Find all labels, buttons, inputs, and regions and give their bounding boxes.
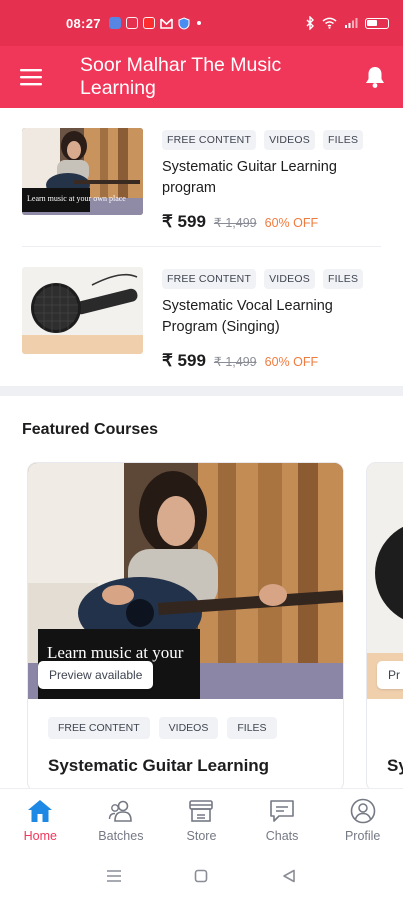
price-value: ₹ 599 xyxy=(162,351,206,370)
tag-free-content: FREE CONTENT xyxy=(162,269,257,289)
hamburger-menu-icon xyxy=(20,69,42,86)
system-status-icons xyxy=(305,16,389,30)
course-title: Systematic Vocal Learning Program (Singi… xyxy=(162,298,333,335)
featured-course-title: Systematic Guitar Learning xyxy=(48,756,270,775)
profile-icon xyxy=(350,798,376,824)
more-notifications-dot xyxy=(196,21,201,25)
back-triangle-icon xyxy=(283,869,295,883)
tag-files: FILES xyxy=(322,130,364,150)
youtube-notification-icon xyxy=(142,17,155,29)
tag-videos: VIDEOS xyxy=(264,269,315,289)
nav-batches-label: Batches xyxy=(98,829,144,843)
course-price: ₹ 599 ₹ 1,499 60% OFF xyxy=(162,351,318,371)
tag-videos: VIDEOS xyxy=(264,130,315,150)
gmail-notification-icon xyxy=(159,17,173,29)
home-system-button[interactable] xyxy=(186,861,216,891)
course-tags: FREE CONTENT VIDEOS FILES xyxy=(162,269,364,289)
featured-course-image: Pr xyxy=(367,463,403,699)
discount-badge: 60% OFF xyxy=(264,216,319,230)
battery-icon xyxy=(365,17,389,29)
nav-home-label: Home xyxy=(23,829,57,843)
course-thumbnail: Learn music at your own place xyxy=(22,128,143,215)
status-time: 08:27 xyxy=(66,15,101,31)
app-screen: 08:27 Soor Malhar The Music Learning Lea… xyxy=(0,0,403,900)
recent-apps-icon xyxy=(106,870,121,882)
course-title: Systematic Guitar Learning program xyxy=(162,159,337,196)
nav-profile[interactable]: Profile xyxy=(322,789,403,852)
section-divider xyxy=(0,386,403,396)
nav-chats[interactable]: Chats xyxy=(242,789,323,852)
tag-videos: VIDEOS xyxy=(158,717,219,739)
preview-available-badge[interactable]: Preview available xyxy=(38,661,154,689)
tag-free-content: FREE CONTENT xyxy=(162,130,257,150)
notification-icons xyxy=(108,16,201,30)
discount-badge: 60% OFF xyxy=(264,355,319,369)
price-value: ₹ 599 xyxy=(162,212,206,231)
chats-icon xyxy=(269,798,295,824)
featured-course-tags: FREE CONTENT VIDEOS FILES xyxy=(48,717,277,739)
bottom-navigation: Home Batches Store Chats Profile xyxy=(0,788,403,852)
preview-available-badge[interactable]: Pr xyxy=(377,661,403,689)
featured-course-title: Sy xyxy=(387,756,403,775)
original-price: ₹ 1,499 xyxy=(213,355,257,369)
tag-files: FILES xyxy=(227,717,277,739)
square-home-icon xyxy=(195,869,208,883)
app-header: Soor Malhar The Music Learning xyxy=(0,46,403,108)
status-bar: 08:27 xyxy=(0,0,403,46)
course-list-item[interactable]: FREE CONTENT VIDEOS FILES Systematic Voc… xyxy=(22,247,381,386)
nav-profile-label: Profile xyxy=(344,829,381,843)
nav-home[interactable]: Home xyxy=(0,789,81,852)
home-icon xyxy=(27,798,53,824)
featured-courses-carousel[interactable]: Learn music at your Preview available FR… xyxy=(0,462,403,788)
shield-notification-icon xyxy=(178,16,190,30)
original-price: ₹ 1,499 xyxy=(213,216,257,230)
tag-files: FILES xyxy=(322,269,364,289)
store-icon xyxy=(188,798,214,824)
messages-notification-icon xyxy=(125,17,138,29)
course-list-item[interactable]: Learn music at your own place FREE CONTE… xyxy=(22,108,381,247)
course-price: ₹ 599 ₹ 1,499 60% OFF xyxy=(162,212,318,232)
system-navigation-bar xyxy=(0,852,403,900)
featured-course-card[interactable]: Learn music at your Preview available FR… xyxy=(27,462,344,788)
batches-icon xyxy=(108,798,134,824)
app-title: Soor Malhar The Music Learning xyxy=(80,54,282,99)
bluetooth-icon xyxy=(306,16,314,30)
back-button[interactable] xyxy=(274,861,304,891)
nav-store[interactable]: Store xyxy=(161,789,242,852)
nav-batches[interactable]: Batches xyxy=(81,789,162,852)
course-thumbnail xyxy=(22,267,143,354)
nav-chats-label: Chats xyxy=(265,829,299,843)
featured-course-image: Learn music at your Preview available xyxy=(28,463,343,699)
recent-apps-button[interactable] xyxy=(99,861,129,891)
featured-courses-heading: Featured Courses xyxy=(22,421,159,438)
wifi-icon xyxy=(322,17,337,29)
notifications-button[interactable] xyxy=(347,46,403,108)
course-tags: FREE CONTENT VIDEOS FILES xyxy=(162,130,364,150)
bell-icon xyxy=(366,67,384,88)
signal-icon xyxy=(345,18,358,28)
featured-course-card[interactable]: Pr Sy xyxy=(366,462,403,788)
tag-free-content: FREE CONTENT xyxy=(48,717,150,739)
app-notification-icon xyxy=(108,17,121,29)
menu-button[interactable] xyxy=(0,46,62,108)
featured-image-caption: Learn music at your xyxy=(47,643,184,662)
nav-store-label: Store xyxy=(186,829,217,843)
thumbnail-caption: Learn music at your own place xyxy=(27,194,126,203)
main-content[interactable]: Learn music at your own place FREE CONTE… xyxy=(0,108,403,788)
